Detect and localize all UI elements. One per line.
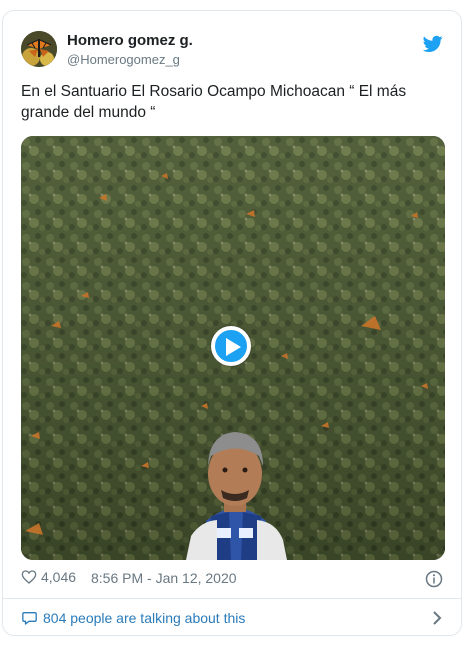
tweet-header: Homero gomez g. @Homerogomez_g — [21, 31, 443, 71]
timestamp-link[interactable]: 8:56 PM - Jan 12, 2020 — [91, 570, 237, 586]
twitter-bird-icon[interactable] — [423, 35, 443, 53]
conversation-count: 804 people are talking about this — [43, 610, 246, 626]
speech-bubble-icon — [22, 612, 37, 625]
like-count: 4,046 — [41, 569, 77, 585]
info-icon[interactable] — [425, 570, 443, 588]
user-handle[interactable]: @Homerogomez_g — [67, 51, 193, 69]
heart-icon — [21, 570, 37, 584]
video-player[interactable] — [21, 136, 445, 560]
play-icon — [226, 338, 241, 356]
chevron-right-icon — [433, 611, 442, 625]
divider — [3, 598, 461, 599]
display-name[interactable]: Homero gomez g. — [67, 32, 193, 50]
tweet-card: Homero gomez g. @Homerogomez_g En el San… — [2, 10, 462, 636]
tweet-meta: 4,046 8:56 PM - Jan 12, 2020 — [21, 569, 443, 591]
play-button[interactable] — [211, 326, 251, 366]
tweet-text: En el Santuario El Rosario Ocampo Michoa… — [21, 83, 407, 121]
avatar[interactable] — [21, 31, 57, 67]
conversation-link[interactable]: 804 people are talking about this — [21, 608, 443, 630]
like-button[interactable]: 4,046 — [21, 569, 76, 585]
author-names: Homero gomez g. @Homerogomez_g — [67, 32, 193, 69]
